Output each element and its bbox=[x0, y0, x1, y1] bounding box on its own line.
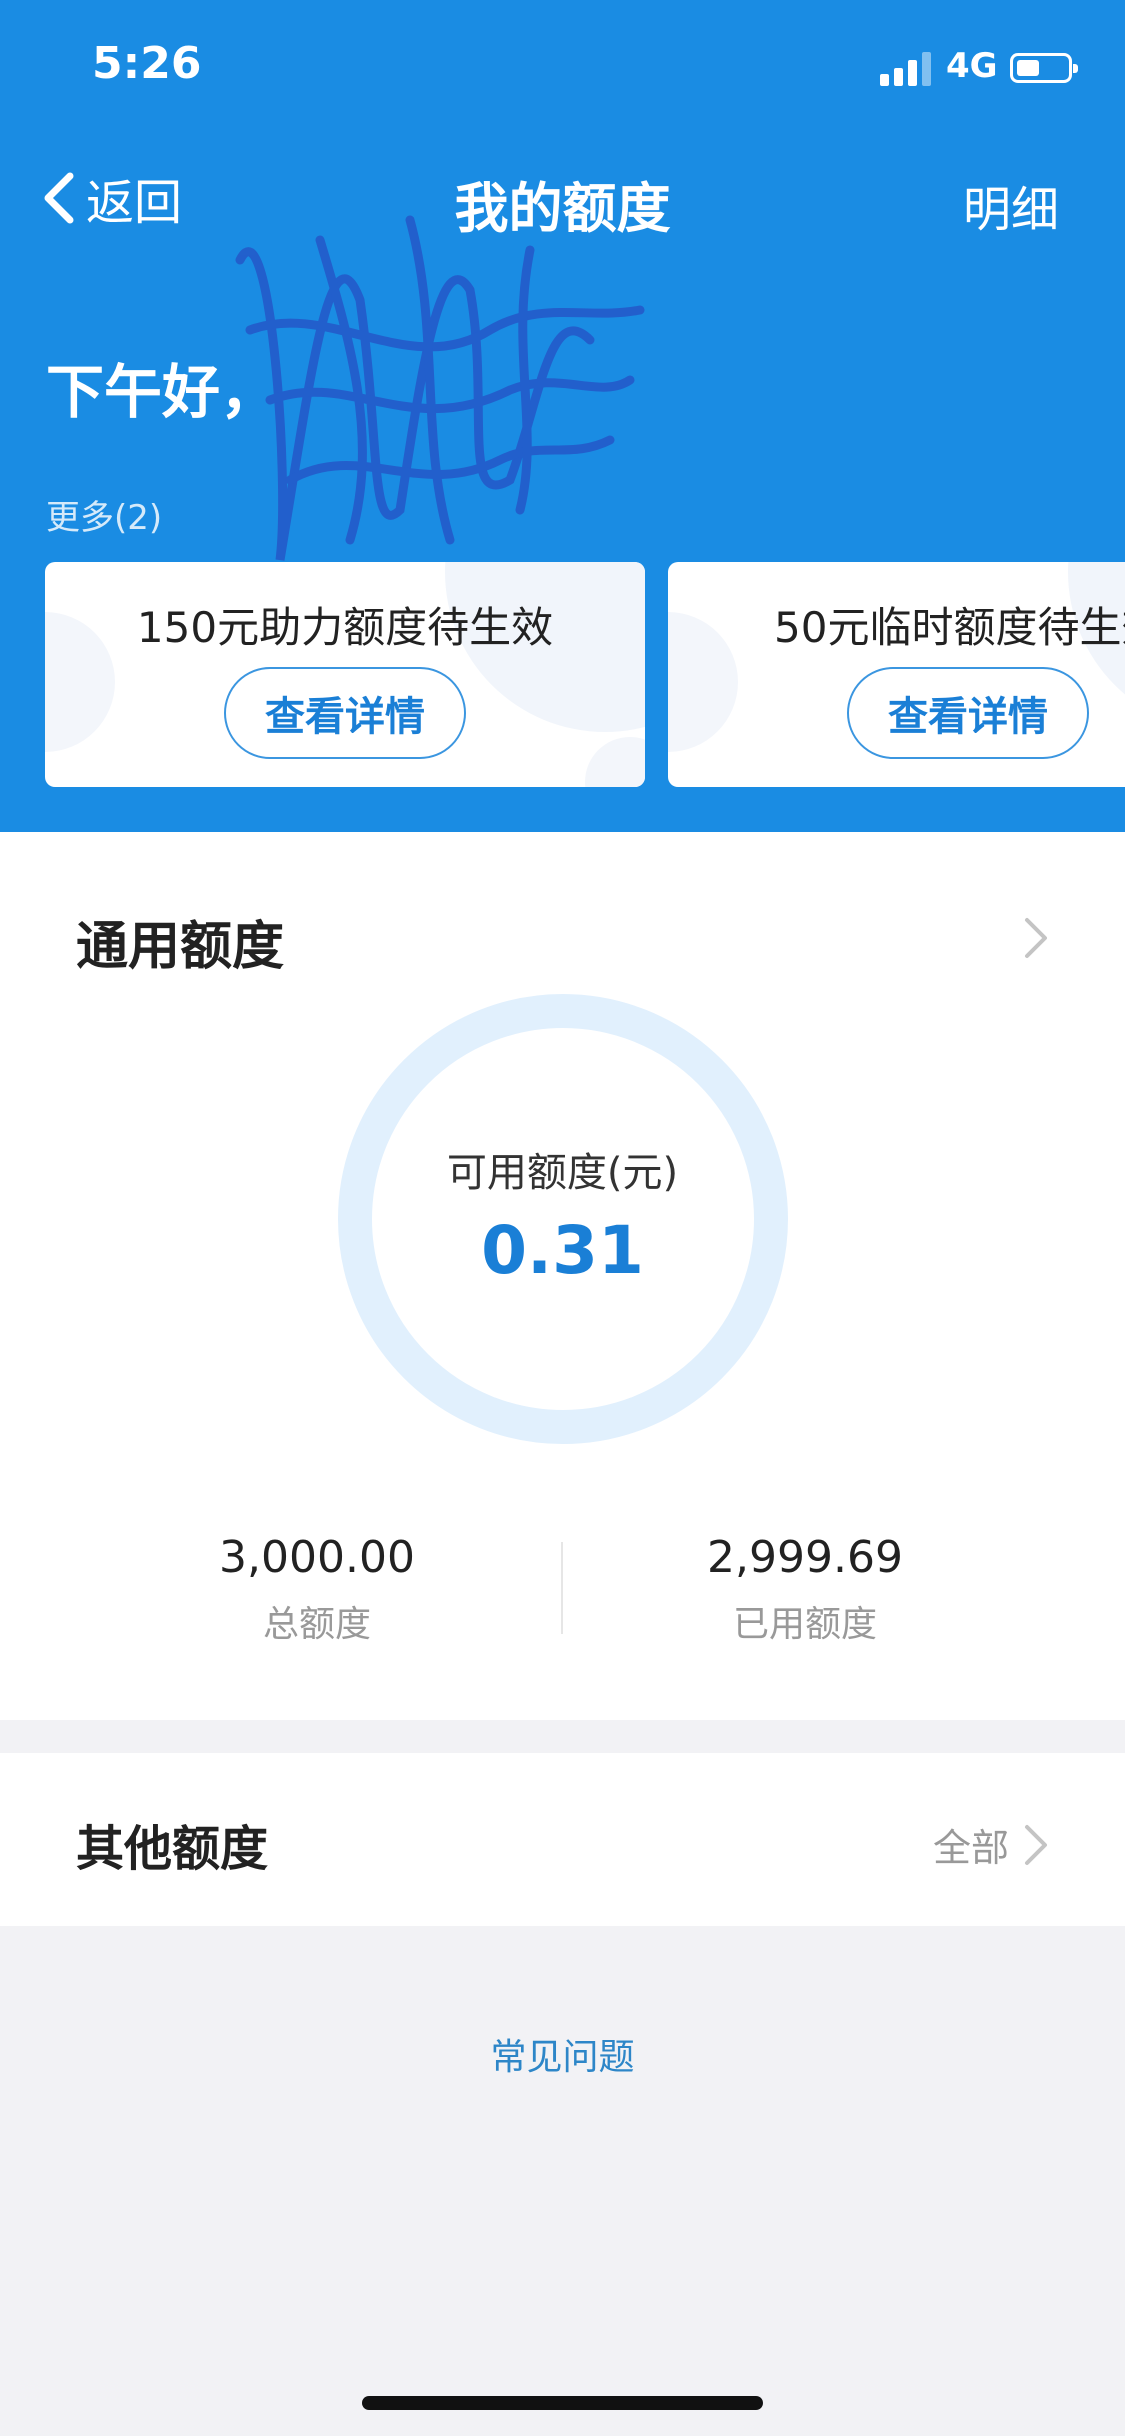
view-details-button[interactable]: 查看详情 bbox=[224, 667, 466, 759]
other-quota-title: 其他额度 bbox=[76, 1821, 269, 1877]
total-quota-stat: 3,000.00 总额度 bbox=[117, 1532, 517, 1647]
home-indicator bbox=[362, 2396, 763, 2410]
signal-icon bbox=[880, 52, 934, 86]
status-bar: 5:26 4G bbox=[0, 0, 1125, 135]
available-quota-label: 可用额度(元) bbox=[446, 1150, 679, 1196]
faq-link[interactable]: 常见问题 bbox=[0, 2028, 1125, 2080]
status-time: 5:26 bbox=[92, 38, 202, 89]
detail-button[interactable]: 明细 bbox=[963, 170, 1059, 240]
view-all-link[interactable]: 全部 bbox=[933, 1817, 1049, 1872]
more-link[interactable]: 更多(2) bbox=[46, 490, 162, 539]
total-quota-value: 3,000.00 bbox=[219, 1532, 415, 1583]
chevron-right-icon[interactable] bbox=[1023, 916, 1049, 960]
used-quota-stat: 2,999.69 已用额度 bbox=[605, 1532, 1005, 1647]
network-type: 4G bbox=[946, 46, 998, 86]
available-quota-value: 0.31 bbox=[481, 1212, 644, 1289]
battery-icon bbox=[1010, 53, 1078, 83]
promo-card-assist[interactable]: 150元助力额度待生效 查看详情 bbox=[45, 562, 645, 787]
stat-divider bbox=[561, 1542, 563, 1634]
promo-card-temporary[interactable]: 50元临时额度待生效 查看详情 bbox=[668, 562, 1125, 787]
general-quota-card: 通用额度 可用额度(元) 0.31 3,000.00 总额度 2,999.69 … bbox=[0, 832, 1125, 1720]
general-quota-title: 通用额度 bbox=[76, 917, 285, 977]
used-quota-label: 已用额度 bbox=[732, 1604, 877, 1645]
promo-text: 50元临时额度待生效 bbox=[774, 603, 1125, 652]
view-all-label: 全部 bbox=[932, 1826, 1009, 1870]
promo-text: 150元助力额度待生效 bbox=[136, 603, 554, 652]
view-details-button[interactable]: 查看详情 bbox=[847, 667, 1089, 759]
total-quota-label: 总额度 bbox=[262, 1604, 371, 1645]
used-quota-value: 2,999.69 bbox=[707, 1532, 903, 1583]
chevron-right-icon bbox=[1025, 1824, 1047, 1865]
redaction-scribble bbox=[235, 215, 645, 561]
other-quota-card[interactable]: 其他额度 全部 bbox=[0, 1753, 1125, 1926]
header: 5:26 4G 返回 我的额度 明细 下午好， 更多(2) 150元助力额度待生… bbox=[0, 0, 1125, 832]
